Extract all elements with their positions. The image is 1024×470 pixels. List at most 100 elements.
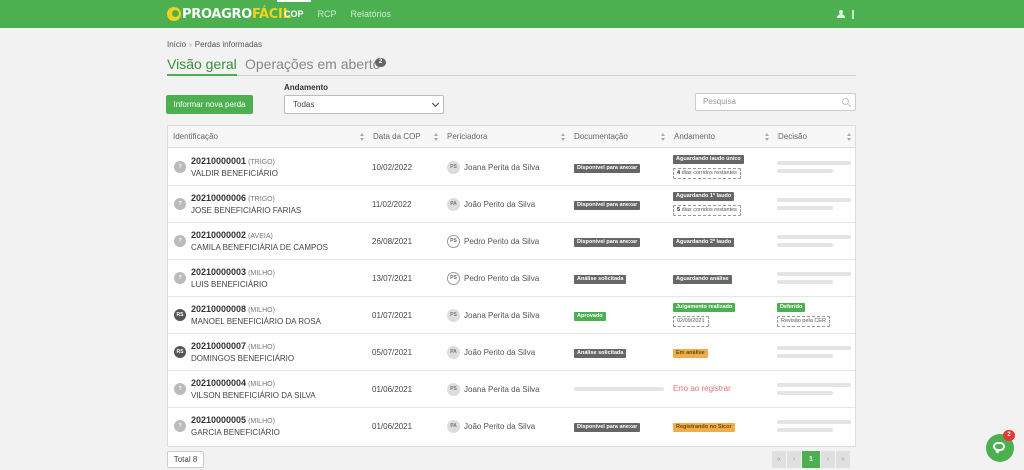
decision-placeholder — [777, 383, 851, 387]
decision-note[interactable]: Revisão pela CER — [777, 316, 830, 327]
column-documentacao[interactable]: Documentação — [569, 126, 669, 148]
perit-avatar: PA — [447, 345, 460, 359]
table-row[interactable]: ? 20210000001 (TRIGO) VALDIR BENEFICIÁRIO… — [168, 149, 855, 186]
table-row[interactable]: ? 20210000003 (MILHO) LUIS BENEFICIÁRIO 1… — [168, 260, 855, 297]
periciadora: PA João Perito da Silva — [447, 345, 535, 359]
logo-text: PROAGROFÁCIL — [182, 6, 291, 22]
perit-avatar: PS — [447, 271, 460, 285]
column-data-cop[interactable]: Data da COP — [368, 126, 442, 148]
next-page-button[interactable]: › — [821, 451, 835, 468]
status-filter-label: Andamento — [284, 83, 328, 92]
column-decisao[interactable]: Decisão — [773, 126, 855, 148]
status-note: 4 dias corridos restantes — [673, 168, 741, 179]
breadcrumb: Início › Perdas informadas — [167, 40, 262, 49]
sort-icon — [434, 133, 438, 142]
row-identifier: 20210000004 (MILHO) — [191, 378, 275, 388]
perit-name: João Perito da Silva — [464, 421, 536, 431]
periciadora: PA João Perito da Silva — [447, 197, 535, 211]
nav-item-cop[interactable]: COP — [277, 0, 311, 28]
beneficiary-avatar: RS — [174, 346, 186, 358]
total-count: Total 8 — [167, 451, 204, 468]
app-logo[interactable]: PROAGROFÁCIL — [167, 6, 291, 22]
beneficiary-name: CAMILA BENEFICIÁRIA DE CAMPOS — [191, 243, 328, 252]
decision-placeholder — [777, 272, 851, 276]
decision-placeholder — [777, 354, 833, 358]
tab-visao-geral[interactable]: Visão geral — [167, 56, 237, 76]
pagination: « ‹ 1 › » — [772, 451, 851, 468]
chat-bubble-icon — [993, 442, 1005, 451]
search-input[interactable]: Pesquisa — [695, 93, 856, 111]
more-menu-icon[interactable] — [852, 10, 854, 19]
beneficiary-name: VALDIR BENEFICIÁRIO — [191, 169, 278, 178]
column-identificacao[interactable]: Identificação — [168, 126, 368, 148]
row-identifier: 20210000008 (MILHO) — [191, 304, 275, 314]
perit-avatar: PS — [447, 160, 460, 174]
last-page-button[interactable]: » — [836, 451, 850, 468]
decision-placeholder — [777, 198, 851, 202]
decision-placeholder — [777, 346, 851, 350]
page-1-button[interactable]: 1 — [802, 451, 820, 468]
table-row[interactable]: ? 20210000005 (MILHO) GARCIA BENEFICIÁRIO… — [168, 408, 855, 445]
cop-date: 10/02/2022 — [372, 163, 413, 172]
status-badge: Aguardando 2º laudo — [673, 238, 735, 247]
sort-icon — [561, 133, 565, 142]
periciadora: PA João Perito da Silva — [447, 419, 535, 433]
tab-operacoes-em-aberto[interactable]: Operações em aberto — [245, 56, 380, 76]
table-row[interactable]: ? 20210000004 (MILHO) VILSON BENEFICIÁRIO… — [168, 371, 855, 408]
perit-avatar: PA — [447, 419, 460, 433]
logo-mark-icon — [167, 7, 181, 21]
status-badge: Aguardando análise — [673, 275, 732, 284]
nav-item-relatorios[interactable]: Relatórios — [344, 0, 399, 28]
column-andamento[interactable]: Andamento — [669, 126, 773, 148]
status-filter-select[interactable]: Todas — [284, 95, 444, 114]
crop-label: (TRIGO) — [248, 159, 275, 166]
first-page-button[interactable]: « — [772, 451, 786, 468]
chat-unread-badge: 2 — [1003, 430, 1015, 441]
cop-date: 13/07/2021 — [372, 274, 413, 283]
main-nav: COP RCP Relatórios — [277, 0, 398, 28]
status-badge: Aguardando laudo único — [673, 155, 744, 164]
beneficiary-avatar: ? — [174, 383, 186, 395]
open-operations-count-badge: 2 — [375, 58, 386, 67]
perit-name: João Perito da Silva — [464, 199, 536, 209]
page-tabs: Visão geral Operações em aberto — [167, 56, 856, 76]
perit-avatar: PS — [447, 234, 460, 248]
beneficiary-name: VILSON BENEFICIÁRIO DA SILVA — [191, 391, 316, 400]
table-row[interactable]: RS 20210000007 (MILHO) DOMINGOS BENEFICIÁ… — [168, 334, 855, 371]
status-badge: Em análise — [673, 349, 708, 358]
status-filter-value: Todas — [293, 100, 315, 109]
breadcrumb-home[interactable]: Início — [167, 40, 186, 49]
table-row[interactable]: RS 20210000008 (MILHO) MANOEL BENEFICIÁRI… — [168, 297, 855, 334]
cop-date: 26/08/2021 — [372, 237, 413, 246]
documentation-placeholder — [574, 387, 664, 391]
decision-placeholder — [777, 169, 833, 173]
crop-label: (MILHO) — [248, 270, 275, 277]
perit-name: Pedro Perito da Silva — [464, 236, 540, 246]
table-header: Identificação Data da COP Periciadora Do… — [168, 126, 855, 148]
new-loss-button[interactable]: Informar nova perda — [166, 95, 253, 114]
documentation-badge: Análise solicitada — [574, 349, 627, 358]
crop-label: (MILHO) — [248, 418, 275, 425]
documentation-badge: Disponível para anexar — [574, 423, 641, 432]
crop-label: (AVEIA) — [248, 233, 273, 240]
periciadora: PS Pedro Perito da Silva — [447, 234, 539, 248]
decision-placeholder — [777, 428, 833, 432]
column-periciadora[interactable]: Periciadora — [442, 126, 569, 148]
table-row[interactable]: ? 20210000002 (AVEIA) CAMILA BENEFICIÁRIA… — [168, 223, 855, 260]
cop-date: 11/02/2022 — [372, 200, 412, 209]
cop-date: 05/07/2021 — [372, 348, 413, 357]
crop-label: (MILHO) — [248, 381, 275, 388]
top-bar: PROAGROFÁCIL COP RCP Relatórios — [0, 0, 1024, 28]
decision-placeholder — [777, 391, 833, 395]
previous-page-button[interactable]: ‹ — [787, 451, 801, 468]
nav-item-rcp[interactable]: RCP — [311, 0, 344, 28]
decision-placeholder — [777, 243, 833, 247]
table-row[interactable]: ? 20210000006 (TRIGO) JOSE BENEFICIÁRIO F… — [168, 186, 855, 223]
user-icon[interactable] — [837, 10, 845, 18]
losses-table: Identificação Data da COP Periciadora Do… — [167, 125, 856, 447]
cop-date: 01/07/2021 — [372, 311, 413, 320]
beneficiary-avatar: ? — [174, 235, 186, 247]
beneficiary-avatar: ? — [174, 198, 186, 210]
breadcrumb-current: Perdas informadas — [194, 40, 262, 49]
periciadora: PS Pedro Perito da Silva — [447, 271, 539, 285]
